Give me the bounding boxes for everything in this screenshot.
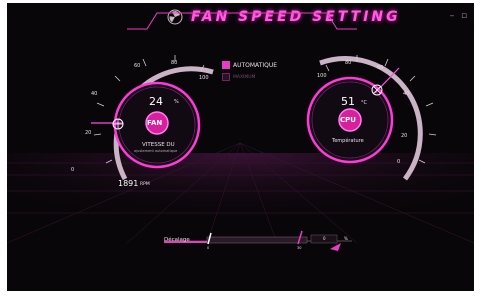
mode-maximum[interactable]: MAXIMUM bbox=[222, 73, 255, 81]
cpu-center-label: CPU bbox=[340, 116, 356, 124]
cpu-tick-100: 100 bbox=[317, 73, 327, 79]
offset-unit: % bbox=[344, 236, 348, 241]
cpu-tick-20: 20 bbox=[401, 133, 408, 139]
mode-automatique[interactable]: AUTOMATIQUE bbox=[222, 61, 277, 69]
mode-automatique-checkbox[interactable] bbox=[222, 61, 230, 69]
cpu-tick-60: 60 bbox=[377, 65, 384, 71]
mode-maximum-label: MAXIMUM bbox=[233, 74, 256, 80]
cpu-caption: Température bbox=[332, 138, 364, 144]
fan-tick-60: 60 bbox=[134, 63, 141, 69]
fan-percent-value: 24 bbox=[149, 95, 163, 108]
fan-subcaption: ajustement automatique bbox=[134, 149, 178, 153]
cpu-tick-80: 80 bbox=[345, 60, 352, 66]
cpu-tick-40: 40 bbox=[403, 91, 410, 97]
fan-tick-20: 20 bbox=[85, 130, 92, 136]
fan-percent-unit: % bbox=[174, 99, 179, 105]
fan-tick-40: 40 bbox=[91, 91, 98, 97]
cpu-temperature-value: 51 bbox=[341, 95, 355, 108]
fan-tick-100: 100 bbox=[199, 75, 209, 81]
grid-floor bbox=[7, 142, 474, 253]
fan-tick-80: 80 bbox=[171, 60, 178, 66]
fan-caption: VITESSE DU bbox=[142, 142, 175, 148]
mode-automatique-label: AUTOMATIQUE bbox=[233, 61, 278, 69]
fan-rpm-unit: RPM bbox=[140, 182, 150, 187]
title-frame-accent bbox=[151, 12, 333, 22]
cpu-tick-0: 0 bbox=[397, 159, 401, 165]
mode-maximum-checkbox[interactable] bbox=[222, 73, 230, 81]
offset-track[interactable] bbox=[206, 236, 308, 244]
offset-value[interactable]: 0 bbox=[323, 236, 326, 241]
fan-speed-app: FAN SPEED SETTING – ▫ 0 20 40 60 80 100 … bbox=[7, 3, 474, 291]
fan-center-label: FAN bbox=[147, 119, 163, 127]
gauge-canvas bbox=[7, 12, 474, 253]
offset-label: Décalage bbox=[164, 237, 190, 243]
title-frame bbox=[127, 12, 357, 30]
cpu-temperature-unit: °C bbox=[361, 100, 367, 106]
fan-tick-0: 0 bbox=[71, 167, 75, 173]
fan-rpm-value: 1891 bbox=[118, 179, 139, 188]
offset-mid-label: 30 bbox=[297, 246, 302, 250]
offset-min-label: 0 bbox=[207, 246, 210, 250]
